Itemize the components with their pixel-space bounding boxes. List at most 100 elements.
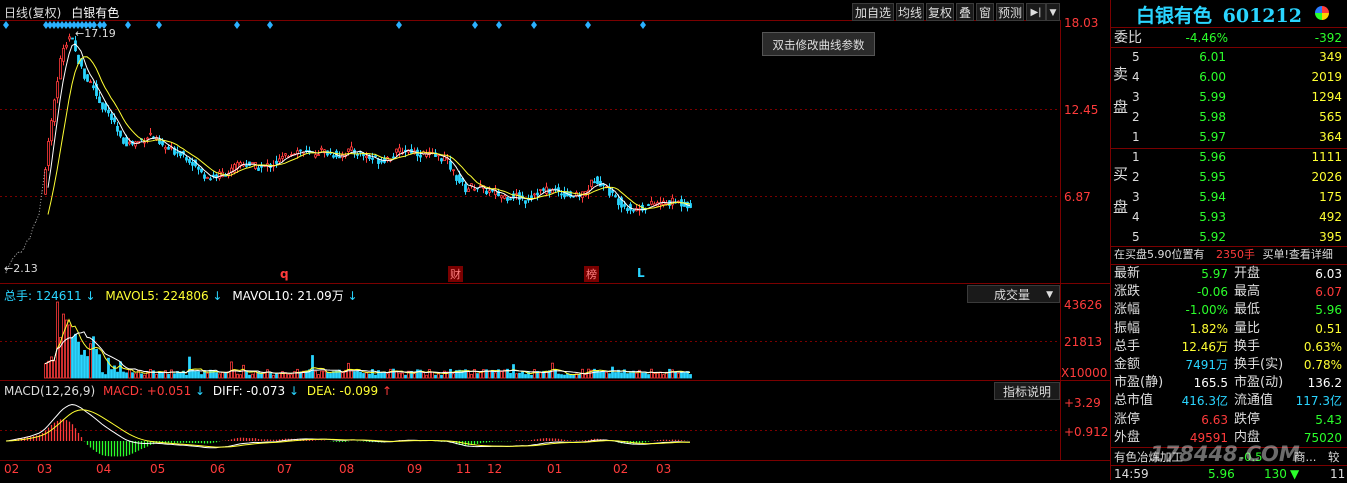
volume-bar: [518, 372, 521, 379]
volume-bar: [608, 373, 611, 379]
buy-level-price: 5.95: [1199, 170, 1226, 184]
sell-level-row[interactable]: 4 6.00 2019: [1132, 68, 1346, 86]
price-candle-body: [440, 158, 443, 162]
date-axis-label: 04: [96, 462, 112, 476]
kline-chart[interactable]: [0, 0, 1110, 480]
volume-bar: [101, 372, 104, 379]
volume-bar: [110, 369, 113, 379]
ma-button[interactable]: 均线: [896, 3, 924, 21]
price-candle-body: [506, 197, 509, 201]
add-watchlist-button[interactable]: 加自选: [852, 3, 894, 21]
volume-bar: [278, 373, 281, 379]
volume-bar: [602, 370, 605, 379]
event-label-rank[interactable]: 榜: [584, 266, 599, 282]
event-diamond-icon: [234, 21, 240, 29]
weibi-pct: -4.46%: [1185, 31, 1228, 45]
event-diamond-icon: [531, 21, 537, 29]
stat-label: 市盈(静): [1114, 375, 1164, 391]
volume-bar: [422, 372, 425, 379]
volume-bar: [47, 360, 50, 379]
buy-level-volume: 395: [1319, 230, 1342, 244]
price-candle-body: [338, 156, 341, 159]
watermark: 178448.COM: [1150, 442, 1300, 466]
buy-level-row[interactable]: 5 5.92 395: [1132, 228, 1346, 246]
volume-bar: [251, 373, 254, 379]
volume-bar: [641, 372, 644, 379]
volume-bar: [179, 372, 182, 379]
volume-bar: [215, 372, 218, 379]
sell-level-price: 6.01: [1199, 50, 1226, 64]
price-candle-body: [278, 158, 281, 162]
volume-bar: [149, 368, 152, 379]
dea-value: DEA: -0.099: [306, 384, 379, 398]
buy-level-row[interactable]: 4 5.93 492: [1132, 208, 1346, 226]
volume-bar: [287, 373, 290, 379]
volume-bar: [260, 373, 263, 379]
volume-bar: [311, 355, 314, 379]
stat-value: 1.82%: [1189, 321, 1228, 336]
diff-value: DIFF: -0.073: [212, 384, 286, 398]
play-icon[interactable]: ▶|: [1026, 3, 1046, 21]
volume-bar: [509, 372, 512, 379]
sell-level-number: 1: [1132, 130, 1140, 144]
quote-stat-row: 市盈(静) 165.5 市盈(动) 136.2: [1114, 374, 1346, 392]
volume-header: 总手: 124611 ↓ MAVOL5: 224806 ↓ MAVOL10: 2…: [4, 289, 358, 303]
menu-chevron-down-icon[interactable]: ▼: [1046, 3, 1060, 21]
indicator-help-button[interactable]: 指标说明: [994, 382, 1060, 400]
volume-bar: [380, 371, 383, 379]
overlay-button[interactable]: 叠: [956, 3, 974, 21]
price-candle-body: [500, 195, 503, 199]
volume-bar: [572, 374, 575, 379]
event-diamond-icon: [640, 21, 646, 29]
volume-indicator-dropdown[interactable]: 成交量 ▼: [967, 285, 1060, 303]
volume-bar: [242, 364, 245, 379]
buy-level-row[interactable]: 3 5.94 175: [1132, 188, 1346, 206]
price-axis-low: 6.87: [1064, 190, 1091, 204]
big-order-notice[interactable]: 在买盘5.90位置有 2350手 买单!查看详细: [1114, 246, 1333, 264]
price-early-dotted-line: [5, 169, 46, 273]
sell-level-row[interactable]: 1 5.97 364: [1132, 128, 1346, 146]
volume-bar: [500, 371, 503, 379]
price-candle-body: [167, 146, 170, 150]
volume-bar: [398, 372, 401, 379]
macd-value: MACD: +0.051: [102, 384, 192, 398]
price-candle-body: [248, 161, 251, 166]
volume-bar: [131, 372, 134, 379]
volume-bar: [44, 363, 47, 379]
event-label-l[interactable]: L: [637, 266, 645, 280]
price-candle-body: [47, 141, 50, 166]
quote-stock-name: 白银有色: [1136, 5, 1213, 27]
adjust-button[interactable]: 复权: [926, 3, 954, 21]
sell-level-row[interactable]: 5 6.01 349: [1132, 48, 1346, 66]
price-candle-body: [50, 120, 53, 142]
volume-bar: [53, 360, 56, 379]
volume-bar: [263, 372, 266, 379]
sell-level-row[interactable]: 3 5.99 1294: [1132, 88, 1346, 106]
forecast-button[interactable]: 预测: [996, 3, 1024, 21]
sell-level-volume: 1294: [1311, 90, 1342, 104]
macd-title[interactable]: MACD(12,26,9): [4, 384, 95, 398]
buy-level-row[interactable]: 1 5.96 1111: [1132, 148, 1346, 166]
sell-level-row[interactable]: 2 5.98 565: [1132, 108, 1346, 126]
price-candle-body: [593, 181, 596, 184]
window-button[interactable]: 窗: [976, 3, 994, 21]
volume-bar: [680, 371, 683, 379]
volume-bar: [77, 341, 80, 379]
event-diamond-icon: [267, 21, 273, 29]
volume-mavol10: MAVOL10: 21.09万: [232, 289, 344, 303]
volume-bar: [476, 373, 479, 379]
event-label-finance[interactable]: 财: [448, 266, 463, 282]
volume-bar: [83, 349, 86, 379]
volume-bar: [167, 374, 170, 379]
volume-bar: [185, 374, 188, 379]
price-candle-body: [245, 164, 248, 167]
stat-value: 7491万: [1185, 358, 1228, 372]
event-label-q[interactable]: q: [280, 267, 289, 281]
buy-level-row[interactable]: 2 5.95 2026: [1132, 168, 1346, 186]
stat-value: -1.00%: [1185, 303, 1228, 318]
price-candle-body: [164, 147, 167, 150]
stat-value: -0.06: [1196, 285, 1228, 300]
period-label[interactable]: 日线(复权): [4, 6, 61, 20]
volume-bar: [392, 368, 395, 379]
tick-row: 14:59 5.96 130 ▼ 11: [1114, 467, 1346, 481]
